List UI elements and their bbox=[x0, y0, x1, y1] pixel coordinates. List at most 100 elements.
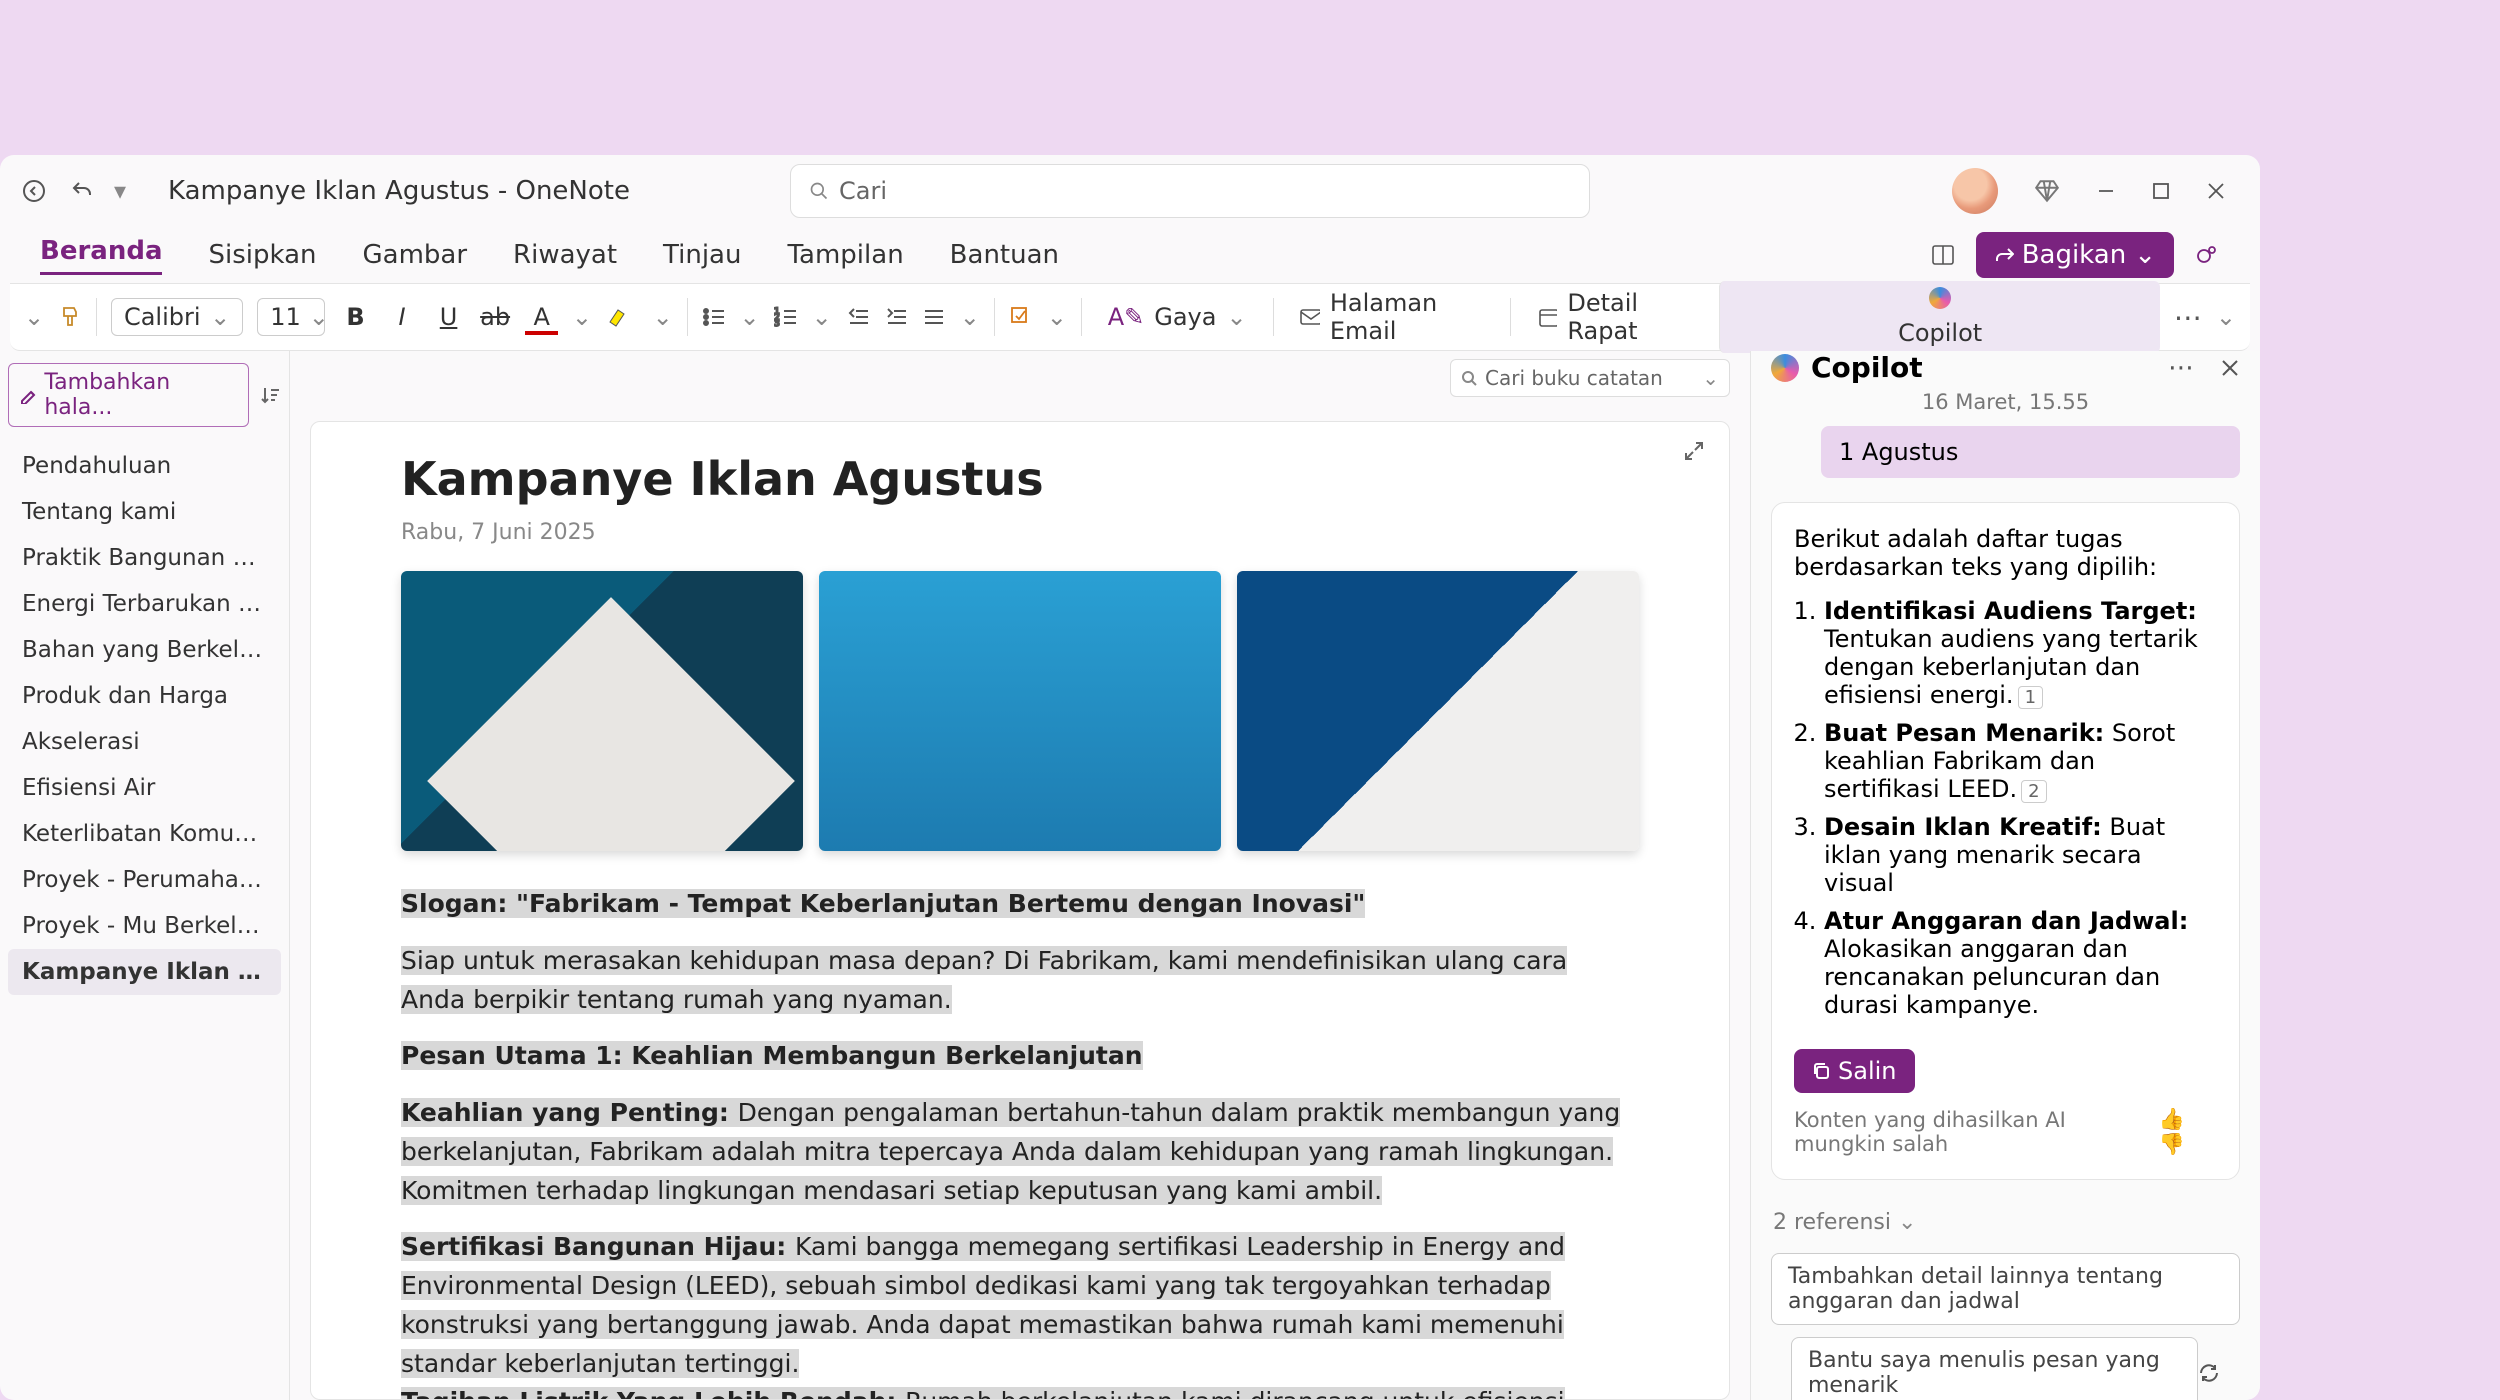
tab-tinjau[interactable]: Tinjau bbox=[663, 240, 741, 270]
sidebar-item[interactable]: Bahan yang Berkelanjutan bbox=[8, 627, 281, 673]
styles-icon: A✎ bbox=[1108, 303, 1145, 331]
share-icon bbox=[1994, 245, 2014, 265]
chevron-down-icon[interactable]: ⌄ bbox=[960, 303, 980, 331]
note-page[interactable]: Kampanye Iklan Agustus Rabu, 7 Juni 2025… bbox=[310, 421, 1730, 1400]
sort-icon[interactable] bbox=[259, 384, 281, 406]
chevron-down-icon: ⌄ bbox=[2134, 240, 2156, 270]
maximize-button[interactable] bbox=[2152, 182, 2170, 200]
font-color-button[interactable]: A bbox=[525, 303, 558, 331]
chevron-down-icon[interactable]: ⌄ bbox=[740, 303, 760, 331]
close-button[interactable] bbox=[2206, 181, 2226, 201]
refresh-icon[interactable] bbox=[2198, 1362, 2220, 1384]
tab-gambar[interactable]: Gambar bbox=[363, 240, 468, 270]
back-icon[interactable] bbox=[10, 167, 58, 215]
copilot-intro: Berikut adalah daftar tugas berdasarkan … bbox=[1794, 525, 2217, 581]
bold-button[interactable]: B bbox=[339, 303, 372, 331]
font-size-select[interactable]: 11⌄ bbox=[257, 298, 325, 336]
font-select[interactable]: Calibri⌄ bbox=[111, 298, 243, 336]
chevron-down-icon: ⌄ bbox=[1702, 366, 1719, 390]
reading-view-icon[interactable] bbox=[1930, 242, 1956, 268]
tab-tampilan[interactable]: Tampilan bbox=[787, 240, 903, 270]
sidebar-item[interactable]: Proyek - Perumahan Hija... bbox=[8, 857, 281, 903]
sidebar-item[interactable]: Keterlibatan Komunitas bbox=[8, 811, 281, 857]
tag-button[interactable] bbox=[1009, 305, 1033, 329]
sidebar-item[interactable]: Akselerasi bbox=[8, 719, 281, 765]
copilot-response-card: Berikut adalah daftar tugas berdasarkan … bbox=[1771, 502, 2240, 1180]
more-options-icon[interactable]: ⋯ bbox=[2174, 301, 2202, 334]
sidebar-item[interactable]: Praktik Bangunan Ramah... bbox=[8, 535, 281, 581]
reference-count[interactable]: 2 referensi ⌄ bbox=[1751, 1204, 2260, 1235]
thumbs-down-icon[interactable]: 👎 bbox=[2159, 1132, 2185, 1156]
tab-beranda[interactable]: Beranda bbox=[40, 236, 162, 275]
titlebar: ▾ Kampanye Iklan Agustus - OneNote Cari bbox=[0, 155, 2260, 227]
page-content[interactable]: Slogan: "Fabrikam - Tempat Keberlanjutan… bbox=[401, 885, 1639, 1400]
page-sidebar: Tambahkan hala... PendahuluanTentang kam… bbox=[0, 351, 290, 1400]
ribbon-collapse-icon[interactable]: ⌄ bbox=[2216, 303, 2236, 331]
suggestion-2[interactable]: Bantu saya menulis pesan yang menarik bbox=[1791, 1337, 2198, 1400]
avatar[interactable] bbox=[1952, 168, 1998, 214]
page-date: Rabu, 7 Juni 2025 bbox=[401, 520, 1639, 545]
diamond-icon[interactable] bbox=[2034, 178, 2060, 204]
copilot-title: Copilot bbox=[1811, 351, 1923, 384]
sidebar-item[interactable]: Kampanye Iklan Agustus bbox=[8, 949, 281, 995]
image-2[interactable] bbox=[819, 571, 1221, 851]
close-icon[interactable] bbox=[2220, 358, 2240, 378]
tab-riwayat[interactable]: Riwayat bbox=[513, 240, 617, 270]
numbering-button[interactable]: 123 bbox=[774, 305, 798, 329]
bullets-button[interactable] bbox=[702, 305, 726, 329]
minimize-button[interactable] bbox=[2096, 181, 2116, 201]
styles-button[interactable]: A✎ Gaya ⌄ bbox=[1096, 297, 1259, 337]
strike-button[interactable]: ab bbox=[479, 303, 512, 331]
more-options-icon[interactable]: ⋯ bbox=[2168, 353, 2194, 383]
sidebar-item[interactable]: Energi Terbarukan Integr... bbox=[8, 581, 281, 627]
mail-icon bbox=[1299, 305, 1319, 329]
copilot-ribbon-button[interactable]: Copilot bbox=[1719, 281, 2159, 353]
ribbon: ⌄ Calibri⌄ 11⌄ B I U ab A ⌄ ⌄ ⌄ 123 ⌄ ⌄ … bbox=[10, 283, 2250, 351]
ribbon-more-icon[interactable]: ⌄ bbox=[24, 303, 44, 331]
email-page-button[interactable]: Halaman Email bbox=[1287, 283, 1496, 351]
copy-button[interactable]: Salin bbox=[1794, 1049, 1915, 1093]
align-button[interactable] bbox=[922, 305, 946, 329]
menu-tabs: Beranda Sisipkan Gambar Riwayat Tinjau T… bbox=[0, 227, 2260, 283]
thumbs-up-icon[interactable]: 👍 bbox=[2159, 1107, 2185, 1131]
undo-icon[interactable] bbox=[58, 167, 106, 215]
editor-area: Cari buku catatan ⌄ Kampanye Iklan Agust… bbox=[290, 351, 1750, 1400]
chevron-down-icon[interactable]: ⌄ bbox=[812, 303, 832, 331]
meeting-details-button[interactable]: Detail Rapat bbox=[1525, 283, 1705, 351]
page-title[interactable]: Kampanye Iklan Agustus bbox=[401, 452, 1639, 506]
onenote-window: ▾ Kampanye Iklan Agustus - OneNote Cari … bbox=[0, 155, 2260, 1400]
notebook-search[interactable]: Cari buku catatan ⌄ bbox=[1450, 359, 1730, 397]
image-1[interactable] bbox=[401, 571, 803, 851]
expand-icon[interactable] bbox=[1683, 440, 1705, 462]
copilot-menu-icon[interactable] bbox=[2194, 242, 2220, 268]
indent-button[interactable] bbox=[884, 305, 908, 329]
tab-bantuan[interactable]: Bantuan bbox=[950, 240, 1059, 270]
tab-sisipkan[interactable]: Sisipkan bbox=[208, 240, 316, 270]
add-page-button[interactable]: Tambahkan hala... bbox=[8, 363, 249, 427]
sidebar-item[interactable]: Produk dan Harga bbox=[8, 673, 281, 719]
highlight-button[interactable] bbox=[606, 306, 639, 328]
copilot-task-item: Identifikasi Audiens Target: Tentukan au… bbox=[1824, 597, 2217, 709]
share-label: Bagikan bbox=[2022, 240, 2127, 270]
customize-dropdown-icon[interactable]: ▾ bbox=[106, 167, 134, 215]
sidebar-item[interactable]: Efisiensi Air bbox=[8, 765, 281, 811]
image-3[interactable] bbox=[1237, 571, 1639, 851]
sidebar-item[interactable]: Pendahuluan bbox=[8, 443, 281, 489]
outdent-button[interactable] bbox=[846, 305, 870, 329]
ai-disclaimer: Konten yang dihasilkan AI mungkin salah bbox=[1794, 1108, 2159, 1156]
chevron-down-icon[interactable]: ⌄ bbox=[1047, 303, 1067, 331]
sidebar-item[interactable]: Tentang kami bbox=[8, 489, 281, 535]
copilot-task-item: Buat Pesan Menarik: Sorot keahlian Fabri… bbox=[1824, 719, 2217, 803]
window-title: Kampanye Iklan Agustus - OneNote bbox=[168, 176, 630, 206]
underline-button[interactable]: U bbox=[432, 303, 465, 331]
share-button[interactable]: Bagikan ⌄ bbox=[1976, 232, 2174, 278]
search-icon bbox=[1461, 370, 1477, 386]
global-search[interactable]: Cari bbox=[790, 164, 1590, 218]
italic-button[interactable]: I bbox=[386, 303, 419, 331]
chevron-down-icon[interactable]: ⌄ bbox=[572, 303, 592, 331]
page-list: PendahuluanTentang kamiPraktik Bangunan … bbox=[8, 443, 281, 995]
sidebar-item[interactable]: Proyek - Mu Berkelanjuta... bbox=[8, 903, 281, 949]
format-painter-icon[interactable] bbox=[58, 305, 82, 329]
suggestion-1[interactable]: Tambahkan detail lainnya tentang anggara… bbox=[1771, 1253, 2240, 1325]
chevron-down-icon[interactable]: ⌄ bbox=[653, 303, 673, 331]
